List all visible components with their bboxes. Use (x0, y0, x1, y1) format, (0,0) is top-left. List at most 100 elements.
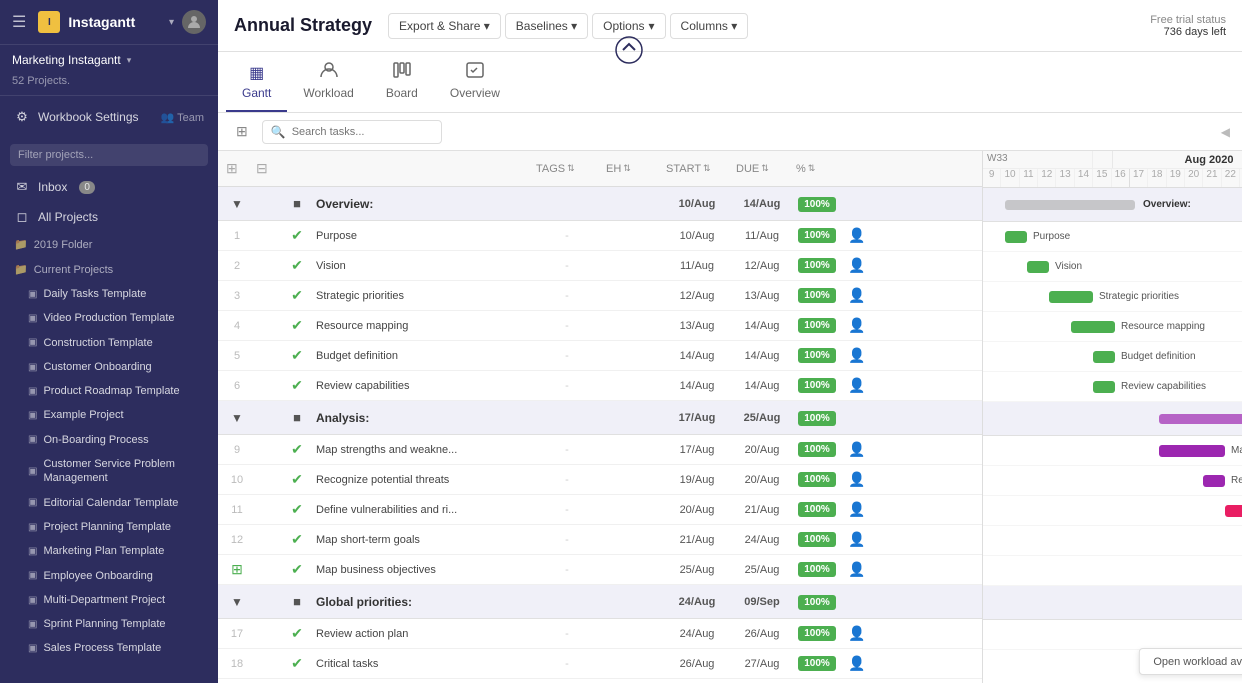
task-check-icon[interactable]: ✔ (282, 441, 312, 458)
add-column-button[interactable]: ⊞ (230, 119, 254, 144)
section-expand[interactable]: ▼ (222, 197, 252, 211)
search-tasks-input[interactable] (292, 126, 433, 138)
sidebar-item-label: Product Roadmap Template (43, 384, 179, 398)
sidebar-search[interactable] (0, 138, 218, 172)
export-share-button[interactable]: Export & Share ▾ (388, 13, 501, 39)
sidebar-item-all-projects[interactable]: ◻ All Projects (0, 202, 218, 232)
project-icon: ▣ (28, 545, 37, 558)
sidebar-item-daily-tasks[interactable]: ▣ Daily Tasks Template (0, 282, 218, 306)
sidebar-item-workbook-settings[interactable]: ⚙ Workbook Settings 👥 Team (0, 102, 218, 132)
row-number: 17 (222, 628, 252, 640)
col-start[interactable]: START⇅ (662, 163, 732, 175)
bar-label-vision: Vision (1055, 261, 1082, 272)
task-check-icon[interactable]: ✔ (282, 625, 312, 642)
task-check-icon[interactable]: ✔ (282, 287, 312, 304)
col-eh[interactable]: EH⇅ (602, 163, 662, 175)
task-check-icon[interactable]: ✔ (282, 347, 312, 364)
sidebar-item-sprint-planning[interactable]: ▣ Sprint Planning Template (0, 612, 218, 636)
task-name[interactable]: Review action plan (312, 628, 532, 640)
sidebar-folder-2019[interactable]: 📁 2019 Folder (0, 232, 218, 257)
col-expand[interactable]: ⊟ (252, 160, 282, 177)
project-icon: ▣ (28, 642, 37, 655)
task-check-icon[interactable]: ✔ (282, 471, 312, 488)
sidebar-item-marketing-plan[interactable]: ▣ Marketing Plan Template (0, 539, 218, 563)
sidebar-item-construction[interactable]: ▣ Construction Template (0, 331, 218, 355)
back-button[interactable]: ◀ (1221, 125, 1230, 139)
tab-board[interactable]: Board (370, 52, 434, 112)
sidebar-item-customer-onboarding[interactable]: ▣ Customer Onboarding (0, 355, 218, 379)
options-button[interactable]: Options ▾ (592, 13, 665, 39)
tab-gantt[interactable]: ▦ Gantt (226, 53, 287, 112)
table-row: 3 ✔ Strategic priorities - 12/Aug 13/Aug… (218, 281, 982, 311)
add-task-icon[interactable]: ⊞ (222, 561, 252, 578)
col-due[interactable]: DUE⇅ (732, 163, 792, 175)
task-name[interactable]: Critical tasks (312, 658, 532, 670)
task-name[interactable]: Vision (312, 260, 532, 272)
sidebar-item-video-production[interactable]: ▣ Video Production Template (0, 306, 218, 330)
month-aug-label (1093, 151, 1113, 168)
hamburger-icon[interactable]: ☰ (12, 12, 26, 32)
tab-overview[interactable]: Overview (434, 52, 516, 112)
task-name[interactable]: Map short-term goals (312, 534, 532, 546)
task-tags: - (532, 290, 602, 302)
sidebar-item-label: Sprint Planning Template (43, 617, 165, 631)
task-name[interactable]: Resource mapping (312, 320, 532, 332)
sidebar-item-onboarding-process[interactable]: ▣ On-Boarding Process (0, 428, 218, 452)
col-pct[interactable]: %⇅ (792, 163, 842, 175)
board-tab-icon (393, 62, 411, 83)
task-name[interactable]: Strategic priorities (312, 290, 532, 302)
table-row: 19 ✔ Review and define final prio... - 2… (218, 679, 982, 683)
task-check-icon[interactable]: ✔ (282, 531, 312, 548)
sidebar-item-editorial[interactable]: ▣ Editorial Calendar Template (0, 491, 218, 515)
task-check-icon[interactable]: ✔ (282, 257, 312, 274)
task-start: 10/Aug (662, 230, 732, 242)
sidebar-item-project-planning[interactable]: ▣ Project Planning Template (0, 515, 218, 539)
task-pct: 100% (798, 532, 836, 547)
baselines-button[interactable]: Baselines ▾ (505, 13, 588, 39)
search-box[interactable]: 🔍 (262, 120, 442, 144)
sidebar-item-employee-onboarding[interactable]: ▣ Employee Onboarding (0, 564, 218, 588)
task-pct: 100% (798, 442, 836, 457)
sidebar-item-sales-process[interactable]: ▣ Sales Process Template (0, 636, 218, 660)
section-expand[interactable]: ▼ (222, 595, 252, 609)
sidebar-item-inbox[interactable]: ✉ Inbox 0 (0, 172, 218, 202)
gantt-row-purpose: Purpose (983, 222, 1242, 252)
task-name[interactable]: Review capabilities (312, 380, 532, 392)
columns-button[interactable]: Columns ▾ (670, 13, 749, 39)
task-name[interactable]: Purpose (312, 230, 532, 242)
sidebar-item-customer-service[interactable]: ▣ Customer Service Problem Management (0, 452, 218, 491)
sidebar-item-example-project[interactable]: ▣ Example Project (0, 403, 218, 427)
section-expand[interactable]: ▼ (222, 411, 252, 425)
task-pct: 100% (798, 258, 836, 273)
day-10: 10 (1001, 169, 1019, 187)
task-name[interactable]: Budget definition (312, 350, 532, 362)
sidebar-folder-current[interactable]: 📁 Current Projects (0, 257, 218, 282)
row-number: 12 (222, 534, 252, 546)
sidebar-item-product-roadmap[interactable]: ▣ Product Roadmap Template (0, 379, 218, 403)
sidebar-item-multi-dept[interactable]: ▣ Multi-Department Project (0, 588, 218, 612)
task-check-icon[interactable]: ✔ (282, 317, 312, 334)
sidebar-user[interactable]: Marketing Instagantt ▾ (0, 45, 218, 75)
task-name[interactable]: Map business objectives (312, 564, 532, 576)
tab-workload[interactable]: Workload (287, 52, 369, 112)
task-name[interactable]: Define vulnerabilities and ri... (312, 504, 532, 516)
col-add[interactable]: ⊞ (222, 160, 252, 177)
folder-icon: 📁 (14, 238, 28, 251)
task-check-icon[interactable]: ✔ (282, 377, 312, 394)
row-number: 1 (222, 230, 252, 242)
task-tags: - (532, 628, 602, 640)
task-name[interactable]: Map strengths and weakne... (312, 444, 532, 456)
task-name[interactable]: Recognize potential threats (312, 474, 532, 486)
row-number: 18 (222, 658, 252, 670)
task-check-icon[interactable]: ✔ (282, 227, 312, 244)
table-row: 12 ✔ Map short-term goals - 21/Aug 24/Au… (218, 525, 982, 555)
task-check-icon[interactable]: ✔ (282, 501, 312, 518)
open-workload-button[interactable]: Open workload availability ▾ (1138, 648, 1242, 675)
task-check-icon[interactable]: ✔ (282, 561, 312, 578)
filter-projects-input[interactable] (10, 144, 208, 166)
table-row: 18 ✔ Critical tasks - 26/Aug 27/Aug 100%… (218, 649, 982, 679)
day-21: 21 (1203, 169, 1221, 187)
task-tags: - (532, 350, 602, 362)
col-tags[interactable]: TAGS⇅ (532, 163, 602, 175)
task-check-icon[interactable]: ✔ (282, 655, 312, 672)
